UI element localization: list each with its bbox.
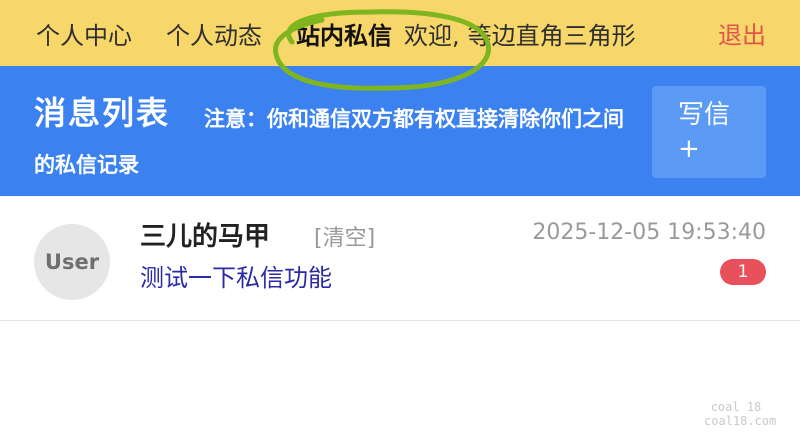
watermark-line-2: coal18.com bbox=[704, 414, 777, 428]
write-message-label: 写信 bbox=[678, 100, 731, 130]
plus-icon: + bbox=[678, 134, 700, 164]
write-message-button[interactable]: 写信 + bbox=[652, 86, 766, 178]
message-timestamp: 2025-12-05 19:53:40 bbox=[532, 220, 766, 245]
nav-personal-activity[interactable]: 个人动态 bbox=[166, 16, 262, 51]
logout-link[interactable]: 退出 bbox=[718, 16, 766, 51]
avatar: User bbox=[34, 224, 110, 300]
page: 个人中心 个人动态 站内私信 欢迎, 等边直角三角形 退出 消息列表 注意：你和… bbox=[0, 0, 800, 442]
top-nav: 个人中心 个人动态 站内私信 欢迎, 等边直角三角形 退出 bbox=[0, 0, 800, 91]
message-preview[interactable]: 测试一下私信功能 bbox=[140, 258, 332, 293]
watermark-line-1: coal 18 bbox=[710, 400, 762, 414]
nav-personal-center[interactable]: 个人中心 bbox=[36, 16, 132, 51]
privacy-notice: 注意：你和通信双方都有权直接清除你们之间的私信记录 bbox=[34, 107, 624, 177]
unread-count-badge: 1 bbox=[720, 259, 766, 285]
watermark-logo: coal 18 coal18.com bbox=[704, 400, 777, 428]
welcome-text: 欢迎, 等边直角三角形 bbox=[404, 16, 636, 51]
username: 等边直角三角形 bbox=[467, 21, 636, 50]
message-list-item[interactable]: User 三儿的马甲 [清空] 2025-12-05 19:53:40 测试一下… bbox=[0, 196, 800, 321]
message-list-header: 消息列表 注意：你和通信双方都有权直接清除你们之间的私信记录 写信 + bbox=[0, 66, 800, 196]
welcome-prefix: 欢迎, bbox=[404, 21, 460, 50]
nav-site-messages[interactable]: 站内私信 bbox=[296, 16, 392, 51]
sender-name[interactable]: 三儿的马甲 bbox=[140, 216, 270, 253]
clear-conversation-link[interactable]: [清空] bbox=[314, 220, 375, 252]
